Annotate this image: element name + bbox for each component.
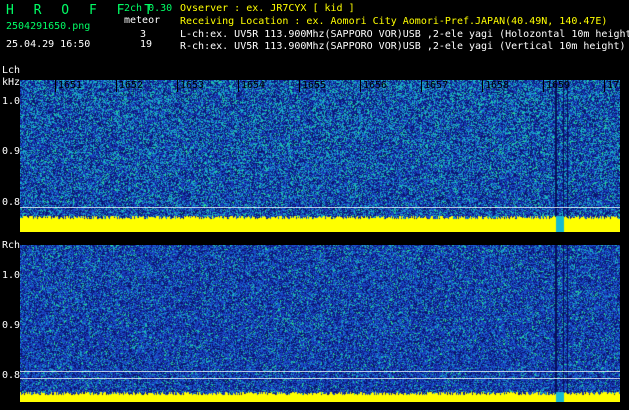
time-tick-1659: 1659: [546, 80, 571, 91]
time-tick-mark-1700: [604, 80, 605, 92]
rch-info-line: R-ch:ex. UV5R 113.900Mhz(SAPPORO VOR)USB…: [180, 41, 626, 52]
observer-line: Ovserver : ex. JR7CYX [ kid ]: [180, 3, 355, 14]
rch-label: Rch: [2, 240, 21, 251]
time-tick-mark-1658: [482, 80, 483, 92]
time-tick-1658: 1658: [485, 80, 510, 91]
time-tick-mark-1653: [177, 80, 178, 92]
lch-spectrogram: [20, 80, 620, 232]
time-tick-mark-1656: [360, 80, 361, 92]
lch-unit-label: kHz: [2, 77, 21, 88]
time-tick-mark-1654: [238, 80, 239, 92]
rch-tick-1-0: 1.0: [2, 270, 21, 281]
time-tick-mark-1652: [116, 80, 117, 92]
lch-info-line: L-ch:ex. UV5R 113.900Mhz(SAPPORO VOR)USB…: [180, 29, 629, 40]
lch-guide-line: [20, 207, 620, 208]
time-tick-mark-1659: [543, 80, 544, 92]
time-tick-mark-1657: [421, 80, 422, 92]
time-tick-1655: 1655: [302, 80, 327, 91]
time-tick-1657: 1657: [424, 80, 449, 91]
meteor-count-right: 19: [140, 39, 153, 50]
time-tick-1656: 1656: [363, 80, 388, 91]
datetime-label: 25.04.29 16:50: [6, 39, 91, 50]
rch-tick-0-8: 0.8: [2, 370, 21, 381]
time-tick-1652: 1652: [119, 80, 144, 91]
time-tick-1651: 1651: [58, 80, 83, 91]
lch-tick-0-9: 0.9: [2, 146, 21, 157]
filename-label: 2504291650.png: [6, 21, 91, 32]
time-tick-mark-1655: [299, 80, 300, 92]
time-tick-1700: 1700: [607, 80, 629, 91]
lch-tick-1-0: 1.0: [2, 96, 21, 107]
rch-guide-line-1: [20, 371, 620, 372]
lch-tick-0-8: 0.8: [2, 197, 21, 208]
rch-tick-0-9: 0.9: [2, 320, 21, 331]
meteor-label: meteor: [124, 15, 161, 26]
rch-guide-line-2: [20, 378, 620, 379]
time-tick-1654: 1654: [241, 80, 266, 91]
mode-label: 2ch 0.30: [124, 3, 173, 14]
time-tick-mark-1651: [55, 80, 56, 92]
location-line: Receiving Location : ex. Aomori City Aom…: [180, 16, 608, 27]
time-tick-1653: 1653: [180, 80, 205, 91]
lch-label: Lch: [2, 65, 21, 76]
